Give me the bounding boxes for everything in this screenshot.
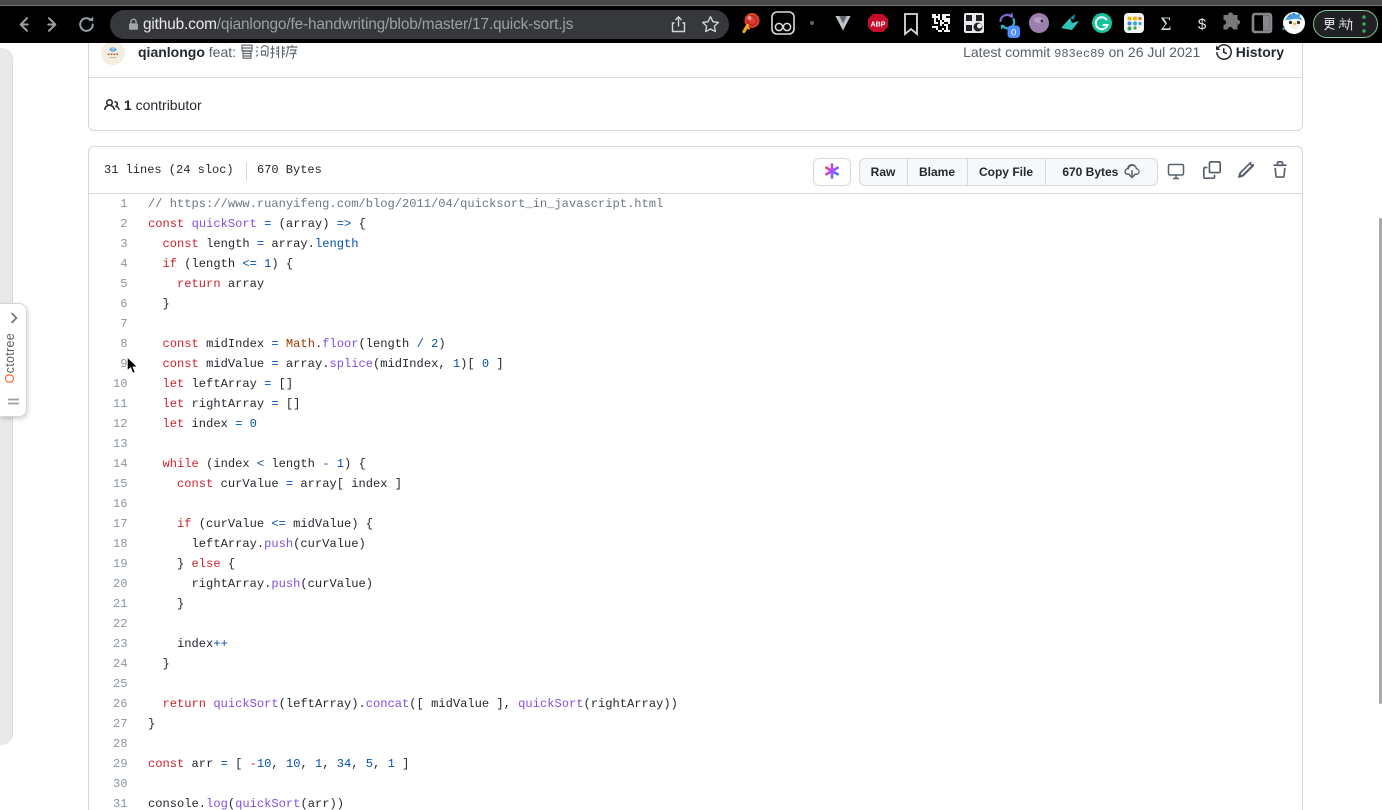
svg-text:ABP: ABP xyxy=(871,22,886,29)
svg-text:0: 0 xyxy=(1011,27,1016,38)
svg-text:Σ: Σ xyxy=(1160,14,1171,35)
svg-text:$: $ xyxy=(1198,16,1207,33)
